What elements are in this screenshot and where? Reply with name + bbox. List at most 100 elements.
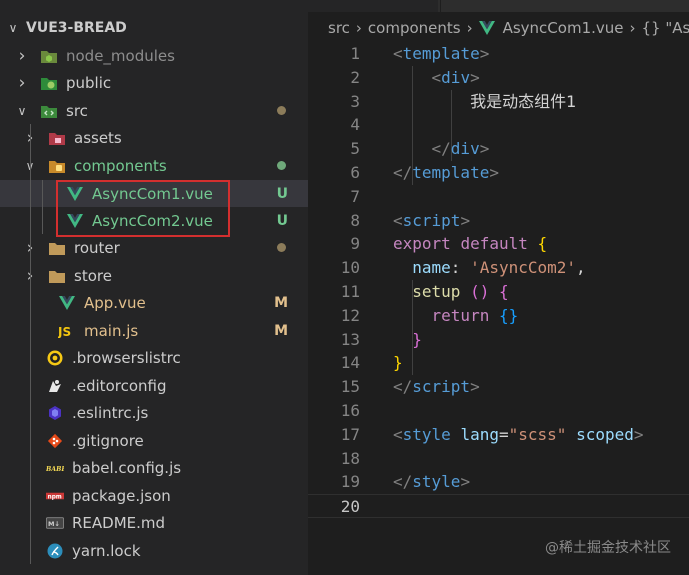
line-number: 5 xyxy=(350,139,360,159)
components-folder-icon xyxy=(48,157,66,175)
svg-text:npm: npm xyxy=(48,494,62,500)
line-number: 11 xyxy=(340,281,360,301)
tree-item[interactable]: ›assets xyxy=(0,124,308,151)
tree-item[interactable]: .gitignore xyxy=(0,427,308,454)
code-line: <script> xyxy=(393,210,471,230)
editor-tab[interactable] xyxy=(440,0,561,12)
line-number: 6 xyxy=(350,162,360,182)
src-folder-icon xyxy=(40,102,58,120)
public-folder-icon xyxy=(40,74,58,92)
tree-item-label: package.json xyxy=(72,486,171,505)
chevron-right-icon: › xyxy=(629,19,636,37)
breadcrumb-item[interactable]: {} "Asy xyxy=(642,19,689,37)
chevron-right-icon: › xyxy=(466,19,473,37)
chevron-right-icon[interactable]: › xyxy=(14,46,30,66)
git-status-dot xyxy=(277,106,286,115)
chevron-right-icon: › xyxy=(355,19,362,37)
browserslist-icon xyxy=(46,349,64,367)
assets-folder-icon xyxy=(48,129,66,147)
router-folder-icon xyxy=(48,239,66,257)
node-modules-folder-icon xyxy=(40,47,58,65)
chevron-down-icon: ∨ xyxy=(8,21,18,35)
vue-file-icon xyxy=(478,21,495,35)
tree-item-label: store xyxy=(74,266,112,285)
svg-text:JS: JS xyxy=(58,325,71,338)
code-line: name: 'AsyncCom2', xyxy=(412,258,586,278)
tree-item-label: public xyxy=(66,73,112,92)
watermark: @稀土掘金技术社区 xyxy=(545,540,671,556)
chevron-down-icon[interactable]: ∨ xyxy=(14,104,30,118)
tree-item[interactable]: ›store xyxy=(0,262,308,289)
breadcrumb-item[interactable]: src xyxy=(328,19,350,37)
tree-item[interactable]: BABEL babel.config.js xyxy=(0,454,308,481)
tree-item[interactable]: yarn.lock xyxy=(0,537,308,564)
tree-item[interactable]: ›router xyxy=(0,234,308,261)
git-status-badge: M xyxy=(274,322,288,339)
tree-item[interactable]: JS main.js M xyxy=(0,317,308,344)
code-line: <div> xyxy=(431,67,480,87)
line-number: 14 xyxy=(340,353,360,373)
breadcrumb-item[interactable]: AsyncCom1.vue xyxy=(503,19,624,37)
tree-item-label: .editorconfig xyxy=(72,376,167,395)
tree-item[interactable]: › public xyxy=(0,69,308,96)
code-line: </script> xyxy=(393,377,480,397)
root-folder-label: VUE3-BREAD xyxy=(26,20,127,36)
explorer-root-folder[interactable]: ∨ VUE3-BREAD xyxy=(0,14,308,42)
editor-tab[interactable] xyxy=(308,0,438,12)
code-line: setup () { xyxy=(412,281,509,301)
breadcrumb: src › components › AsyncCom1.vue › {} "A… xyxy=(308,14,689,42)
tree-item[interactable]: M↓ README.md xyxy=(0,509,308,536)
editorconfig-icon xyxy=(46,377,64,395)
tree-item[interactable]: .editorconfig xyxy=(0,372,308,399)
npm-icon: npm xyxy=(46,487,64,505)
line-number: 20 xyxy=(340,497,360,517)
tree-item-label: .eslintrc.js xyxy=(72,403,149,422)
tree-item[interactable]: ∨components xyxy=(0,152,308,179)
tree-item[interactable]: .browserslistrc xyxy=(0,344,308,371)
markdown-icon: M↓ xyxy=(46,514,64,532)
tree-indent-guide xyxy=(30,124,31,564)
line-number: 2 xyxy=(350,67,360,87)
svg-text:BABEL: BABEL xyxy=(46,465,64,472)
tree-item[interactable]: ∨ src xyxy=(0,97,308,124)
tree-item-label: node_modules xyxy=(66,46,175,65)
line-number: 16 xyxy=(340,400,360,420)
code-line: export default { xyxy=(393,234,548,254)
code-line: </div> xyxy=(431,139,490,159)
code-line: return {} xyxy=(431,305,519,325)
chevron-right-icon[interactable]: › xyxy=(14,73,30,93)
git-status-badge: U xyxy=(276,212,288,229)
line-number: 18 xyxy=(340,448,360,468)
line-number: 10 xyxy=(340,258,360,278)
line-number: 9 xyxy=(350,234,360,254)
store-folder-icon xyxy=(48,267,66,285)
line-number: 1 xyxy=(350,44,360,63)
git-status-badge: M xyxy=(274,294,288,311)
line-number: 4 xyxy=(350,115,360,135)
git-status-badge: U xyxy=(276,185,288,202)
code-line: </style> xyxy=(393,472,471,492)
line-number: 8 xyxy=(350,210,360,230)
tree-item[interactable]: App.vue M xyxy=(0,289,308,316)
tree-item-label: components xyxy=(74,156,167,175)
code-line: } xyxy=(393,353,403,373)
babel-icon: BABEL xyxy=(46,459,64,477)
tree-item-label: .gitignore xyxy=(72,431,144,450)
code-line: <template> xyxy=(393,44,490,63)
line-number: 12 xyxy=(340,305,360,325)
highlight-box xyxy=(56,180,230,237)
code-area[interactable]: 1 <template> 2 <div> 3 我是动态组件1 4 5 </div>… xyxy=(308,42,689,518)
tree-item-label: yarn.lock xyxy=(72,541,141,560)
tree-item-label: README.md xyxy=(72,513,166,532)
line-number: 7 xyxy=(350,186,360,206)
tree-item-label: src xyxy=(66,101,88,120)
code-line: 我是动态组件1 xyxy=(470,91,577,111)
tab-strip xyxy=(308,0,689,12)
line-number: 3 xyxy=(350,91,360,111)
tree-item[interactable]: npm package.json xyxy=(0,482,308,509)
tree-item[interactable]: › node_modules xyxy=(0,42,308,69)
line-number: 19 xyxy=(340,472,360,492)
breadcrumb-item[interactable]: components xyxy=(368,19,461,37)
tree-item[interactable]: .eslintrc.js xyxy=(0,399,308,426)
svg-text:M↓: M↓ xyxy=(48,519,60,527)
